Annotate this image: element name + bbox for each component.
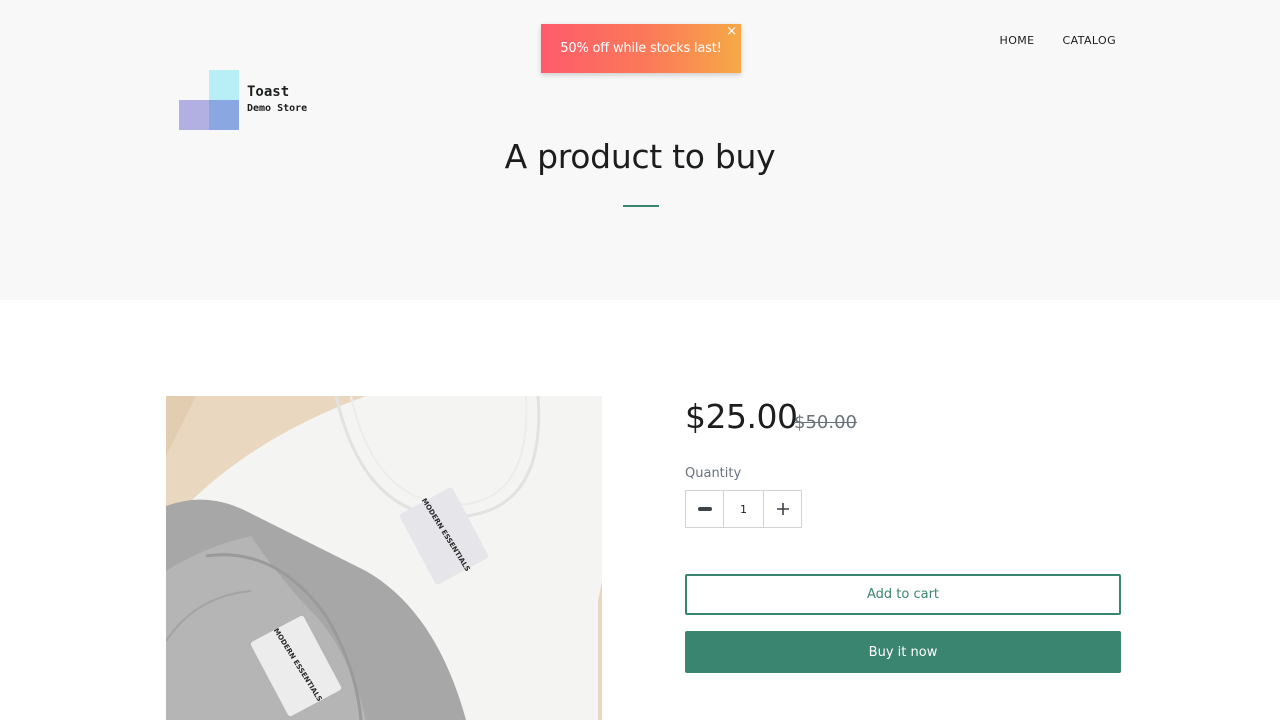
quantity-label: Quantity xyxy=(685,466,742,481)
buy-it-now-button[interactable]: Buy it now xyxy=(685,631,1121,673)
quantity-input[interactable] xyxy=(724,491,763,527)
product-image[interactable]: MODERN ESSENTIALS MODERN ESSENTIALS xyxy=(166,396,602,720)
minus-icon xyxy=(697,507,712,511)
product-price: $25.00 xyxy=(685,397,798,436)
promo-toast: 50% off while stocks last! × xyxy=(541,24,741,73)
logo-square-bottom-right xyxy=(209,100,239,130)
product-compare-price: $50.00 xyxy=(794,412,857,433)
logo-square-top xyxy=(209,70,239,100)
nav-item-catalog[interactable]: CATALOG xyxy=(1063,34,1116,47)
nav-item-home[interactable]: HOME xyxy=(1000,34,1035,47)
title-divider xyxy=(623,205,659,207)
toast-close-icon[interactable]: × xyxy=(726,25,737,39)
main-nav: HOME CATALOG xyxy=(1000,34,1116,47)
t-shirts-photo-icon: MODERN ESSENTIALS MODERN ESSENTIALS xyxy=(166,396,602,720)
brand-subtitle: Demo Store xyxy=(247,103,308,114)
quantity-stepper xyxy=(685,490,802,528)
plus-icon xyxy=(776,503,789,515)
page-title: A product to buy xyxy=(504,137,776,176)
add-to-cart-button[interactable]: Add to cart xyxy=(685,574,1121,615)
quantity-increase-button[interactable] xyxy=(763,491,801,527)
brand-logo-icon[interactable] xyxy=(179,70,239,130)
quantity-decrease-button[interactable] xyxy=(686,491,724,527)
brand-name[interactable]: Toast xyxy=(247,84,289,100)
toast-message: 50% off while stocks last! xyxy=(560,41,722,56)
logo-square-bottom-left xyxy=(179,100,209,130)
